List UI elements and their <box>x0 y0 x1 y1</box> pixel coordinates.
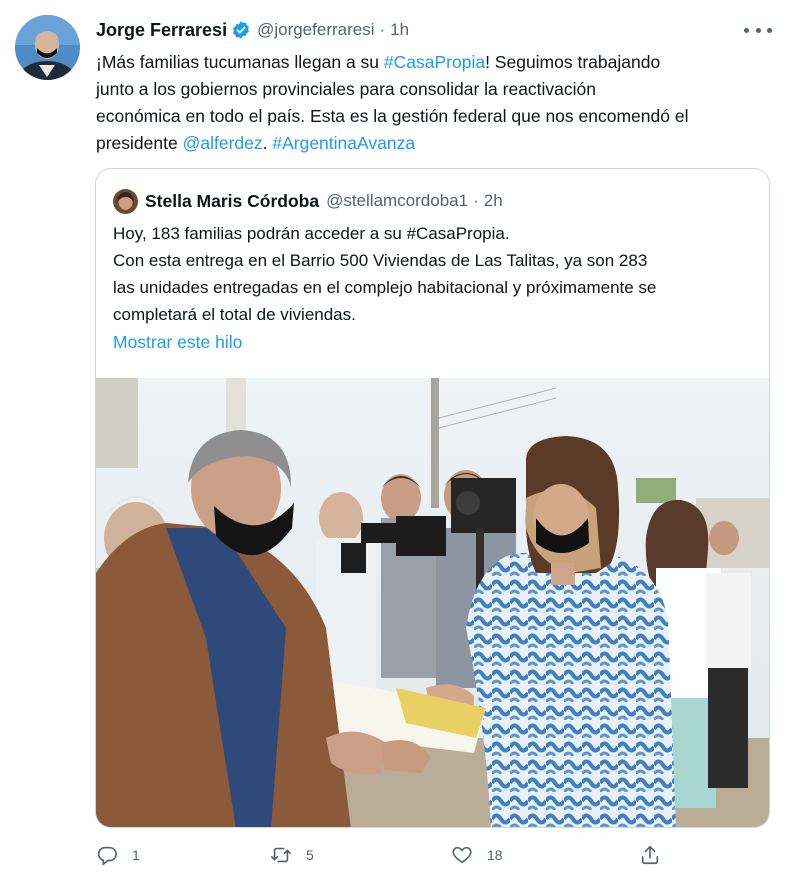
quoted-text-line: completará el total de viviendas. <box>113 305 356 324</box>
retweet-icon <box>270 844 292 866</box>
separator-dot: · <box>379 20 386 39</box>
quoted-tweet[interactable]: Stella Maris Córdoba @stellamcordoba1 · … <box>95 168 770 828</box>
tweet-text-run: ¡Más familias tucumanas llegan a su <box>96 52 384 72</box>
tweet[interactable]: Jorge Ferraresi @jorgeferraresi · 1h ¡Má… <box>0 0 800 873</box>
quoted-tweet-photo[interactable] <box>96 378 769 827</box>
tweet-time[interactable]: 1h <box>390 20 409 40</box>
author-name[interactable]: Jorge Ferraresi <box>96 20 227 41</box>
reply-count: 1 <box>132 847 140 863</box>
hashtag-link[interactable]: #CasaPropia <box>384 52 485 72</box>
share-button[interactable] <box>639 840 661 870</box>
reply-icon <box>96 844 118 866</box>
heart-icon <box>451 844 473 866</box>
quoted-tweet-time[interactable]: 2h <box>484 191 503 211</box>
tweet-text-run: junto a los gobiernos provinciales para … <box>96 79 597 99</box>
like-button[interactable]: 18 <box>451 840 503 870</box>
author-handle[interactable]: @jorgeferraresi <box>257 20 374 40</box>
tweet-text-line: junto a los gobiernos provinciales para … <box>96 76 786 103</box>
tweet-text: ¡Más familias tucumanas llegan a su #Cas… <box>96 49 786 157</box>
quoted-text-line: Con esta entrega en el Barrio 500 Vivien… <box>113 251 648 270</box>
tweet-text-run: ! Seguimos trabajando <box>485 52 661 72</box>
mention-link[interactable]: @alferdez <box>183 133 263 153</box>
reply-button[interactable]: 1 <box>96 840 140 870</box>
quoted-tweet-text: Hoy, 183 familias podrán acceder a su #C… <box>113 220 763 328</box>
share-icon <box>639 844 661 866</box>
tweet-text-run: presidente <box>96 133 183 153</box>
retweet-count: 5 <box>306 847 314 863</box>
quoted-author-avatar[interactable] <box>113 188 138 214</box>
hashtag-link[interactable]: #ArgentinaAvanza <box>272 133 415 153</box>
tweet-text-run: económica en todo el país. Esta es la ge… <box>96 106 689 126</box>
quoted-author-handle[interactable]: @stellamcordoba1 <box>326 191 468 211</box>
tweet-text-line: económica en todo el país. Esta es la ge… <box>96 103 786 130</box>
more-options-icon[interactable] <box>744 20 772 40</box>
author-avatar[interactable] <box>15 15 80 80</box>
separator-dot: · <box>473 191 479 210</box>
retweet-button[interactable]: 5 <box>270 840 314 870</box>
quoted-text-line: Hoy, 183 familias podrán acceder a su #C… <box>113 224 510 243</box>
tweet-actions: 1 5 18 <box>96 840 676 870</box>
quoted-text-line: las unidades entregadas en el complejo h… <box>113 278 657 297</box>
tweet-header: Jorge Ferraresi @jorgeferraresi · 1h <box>96 16 409 44</box>
verified-badge-icon <box>231 20 251 40</box>
quoted-tweet-header: Stella Maris Córdoba @stellamcordoba1 · … <box>113 187 503 215</box>
tweet-text-line: ¡Más familias tucumanas llegan a su #Cas… <box>96 49 786 76</box>
like-count: 18 <box>487 847 503 863</box>
tweet-text-line: presidente @alferdez. #ArgentinaAvanza <box>96 130 786 157</box>
quoted-author-name[interactable]: Stella Maris Córdoba <box>145 191 319 212</box>
tweet-text-run: . <box>262 133 273 153</box>
show-thread-link[interactable]: Mostrar este hilo <box>113 332 242 353</box>
